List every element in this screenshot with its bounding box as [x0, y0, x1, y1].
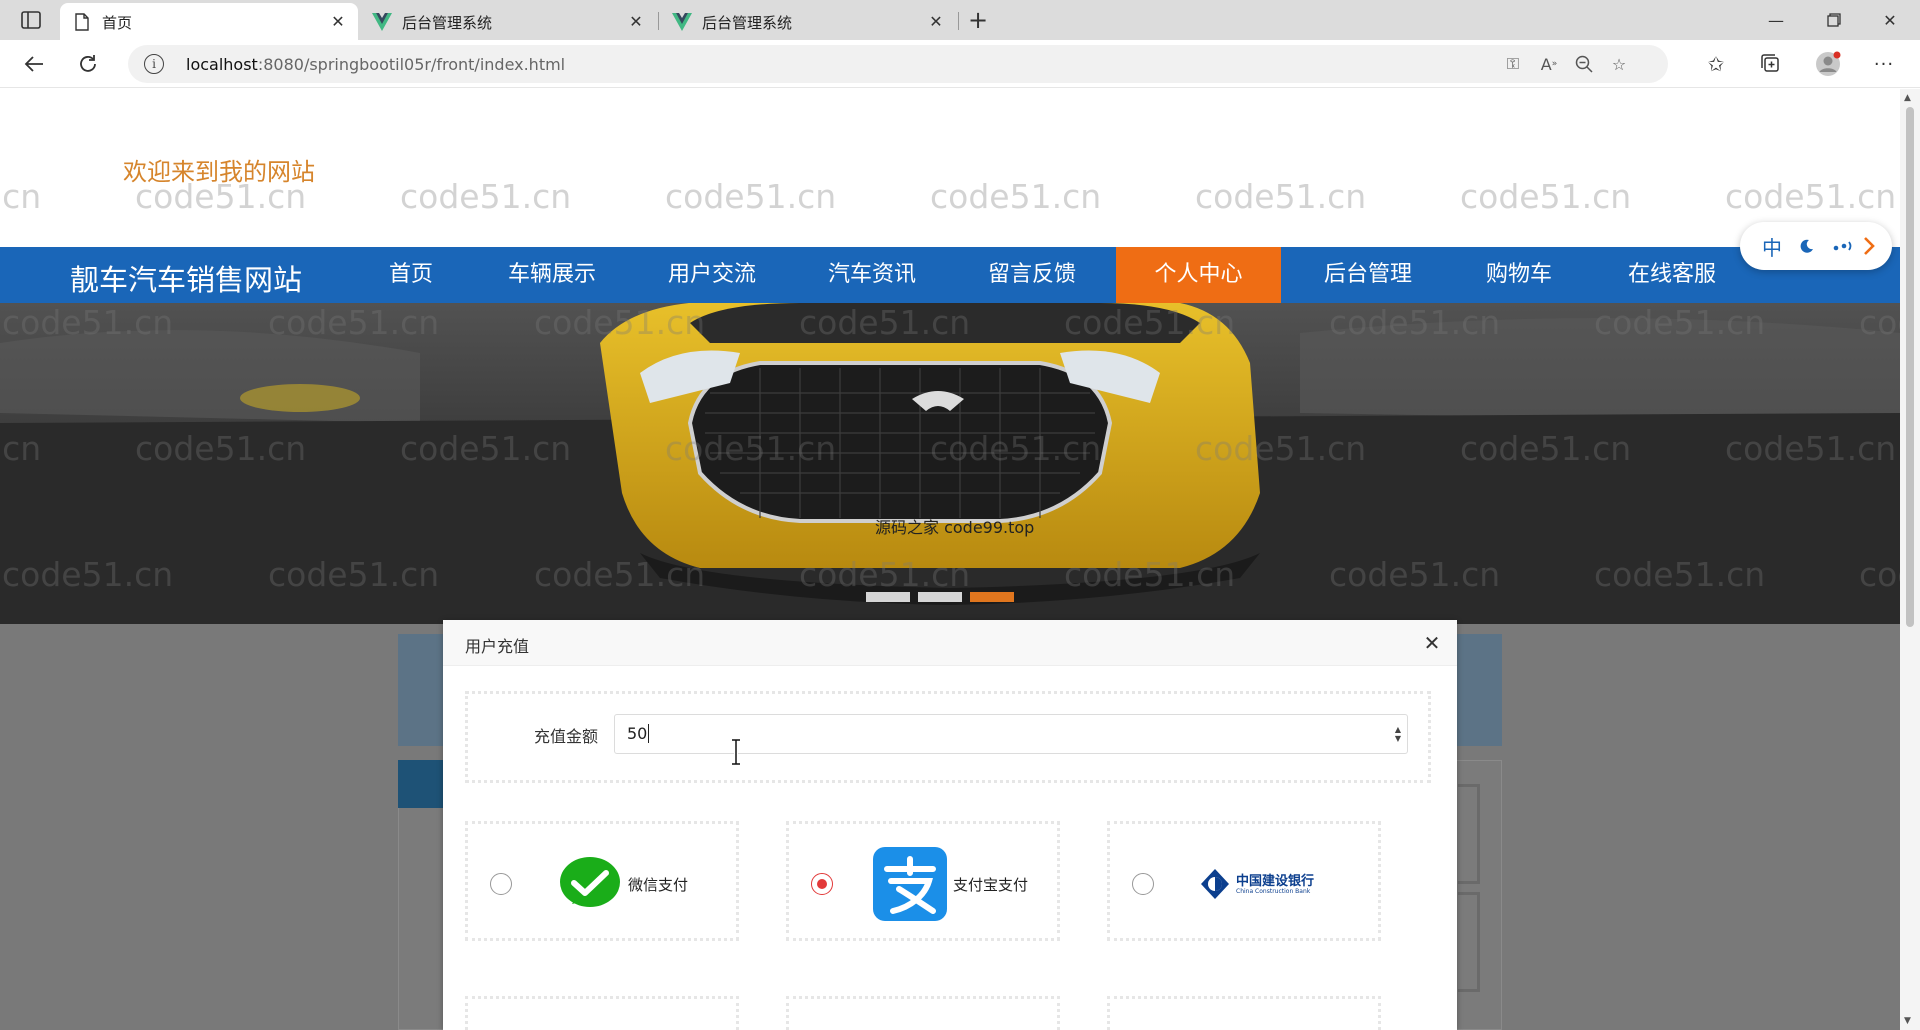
- hero-banner: 源码之家 code99.top: [0, 303, 1900, 624]
- browser-tab-strip: 首页 ✕ 后台管理系统 ✕ 后台管理系统 ✕ + — ✕: [0, 0, 1920, 40]
- banner-caption: 源码之家 code99.top: [875, 518, 1035, 537]
- payment-option-row2[interactable]: [786, 996, 1060, 1030]
- alipay-icon: [873, 847, 947, 921]
- nav-home[interactable]: 首页: [364, 247, 458, 303]
- favorite-star-icon[interactable]: ☆: [1606, 52, 1632, 76]
- backdrop-panel-header: [398, 760, 446, 808]
- carousel-dot-3[interactable]: [970, 592, 1014, 602]
- dots-icon[interactable]: [1832, 232, 1854, 260]
- favorites-icon[interactable]: ✩: [1700, 48, 1732, 80]
- backdrop-panel-item: [1458, 892, 1480, 992]
- ccb-radio[interactable]: [1132, 873, 1154, 895]
- number-stepper[interactable]: ▲ ▼: [1395, 725, 1401, 743]
- profile-avatar[interactable]: [1812, 48, 1844, 80]
- nav-car-news[interactable]: 汽车资讯: [810, 247, 934, 303]
- back-button[interactable]: [18, 48, 50, 80]
- address-bar[interactable]: i localhost:8080/springbootil05r/front/i…: [128, 45, 1668, 83]
- watermark: code51.cn: [1725, 177, 1897, 216]
- language-widget: 中: [1740, 222, 1892, 270]
- payment-label: 支付宝支付: [953, 876, 1029, 894]
- amount-value: 50: [627, 724, 648, 743]
- dialog-title: 用户充值: [465, 637, 530, 656]
- tab-admin-1[interactable]: 后台管理系统 ✕: [360, 3, 656, 40]
- payment-option-ccb[interactable]: 中国建设银行 China Construction Bank: [1107, 821, 1381, 941]
- tab-actions-icon[interactable]: [14, 6, 48, 34]
- read-aloud-icon[interactable]: A»: [1536, 52, 1562, 76]
- key-icon[interactable]: ⚿: [1500, 52, 1526, 76]
- vue-logo-icon: [672, 12, 692, 32]
- ccb-english-name: China Construction Bank: [1236, 888, 1311, 895]
- restore-button[interactable]: [1814, 6, 1854, 34]
- amount-label: 充值金额: [534, 727, 599, 746]
- payment-option-alipay[interactable]: 支付宝支付: [786, 821, 1060, 941]
- alipay-radio[interactable]: [811, 873, 833, 895]
- web-page: 欢迎来到我的网站 靓车汽车销售网站 首页 车辆展示 用户交流 汽车资讯 留言反馈…: [0, 89, 1900, 1030]
- watermark: code51.cn: [665, 177, 837, 216]
- browser-toolbar: i localhost:8080/springbootil05r/front/i…: [0, 40, 1920, 88]
- nav-feedback[interactable]: 留言反馈: [970, 247, 1094, 303]
- tab-title: 后台管理系统: [702, 14, 793, 32]
- moon-icon[interactable]: [1798, 232, 1814, 260]
- watermark: code51.cn: [0, 177, 42, 216]
- collections-icon[interactable]: [1755, 48, 1787, 80]
- close-icon[interactable]: ✕: [626, 11, 646, 31]
- ccb-name: 中国建设银行: [1236, 874, 1315, 889]
- info-icon[interactable]: i: [144, 54, 164, 74]
- text-caret: [648, 724, 650, 743]
- minimize-button[interactable]: —: [1756, 6, 1796, 34]
- nav-admin[interactable]: 后台管理: [1306, 247, 1430, 303]
- main-nav: 靓车汽车销售网站 首页 车辆展示 用户交流 汽车资讯 留言反馈 个人中心 后台管…: [0, 247, 1900, 303]
- watermark: code51.cn: [400, 177, 572, 216]
- close-icon[interactable]: ✕: [926, 11, 946, 31]
- ccb-logo-icon: [1200, 868, 1230, 900]
- nav-car-showcase[interactable]: 车辆展示: [490, 247, 614, 303]
- nav-user-forum[interactable]: 用户交流: [650, 247, 774, 303]
- close-window-button[interactable]: ✕: [1870, 6, 1910, 34]
- watermark: code51.cn: [1195, 177, 1367, 216]
- recharge-dialog: 用户充值 ✕ 充值金额 50 ▲ ▼ 微信支付 支付宝支付 中国建设银行 Chi…: [443, 620, 1457, 1030]
- welcome-text: 欢迎来到我的网站: [123, 158, 315, 186]
- scrollbar-thumb[interactable]: [1906, 107, 1914, 627]
- wechat-pay-icon: [558, 856, 622, 912]
- payment-option-wechat[interactable]: 微信支付: [465, 821, 739, 941]
- close-icon[interactable]: ✕: [1419, 630, 1445, 656]
- payment-option-row2[interactable]: [1107, 996, 1381, 1030]
- site-title: 靓车汽车销售网站: [70, 263, 303, 297]
- tab-admin-2[interactable]: 后台管理系统 ✕: [660, 3, 956, 40]
- nav-cart[interactable]: 购物车: [1466, 247, 1572, 303]
- carousel-dot-1[interactable]: [866, 592, 910, 602]
- reload-button[interactable]: [72, 48, 104, 80]
- payment-label: 微信支付: [628, 876, 689, 894]
- backdrop-panel-item: [1458, 784, 1480, 884]
- nav-online-service[interactable]: 在线客服: [1610, 247, 1734, 303]
- page-scrollbar[interactable]: ▲ ▼: [1900, 89, 1920, 1030]
- carousel-dot-2[interactable]: [918, 592, 962, 602]
- wechat-radio[interactable]: [490, 873, 512, 895]
- close-icon[interactable]: ✕: [328, 11, 348, 31]
- watermark: code51.cn: [1460, 177, 1632, 216]
- zoom-out-icon[interactable]: [1571, 52, 1597, 76]
- chevron-right-icon[interactable]: [1862, 232, 1876, 260]
- dialog-header: 用户充值 ✕: [443, 620, 1457, 666]
- watermark: code51.cn: [930, 177, 1102, 216]
- text-cursor-icon: [729, 738, 743, 766]
- amount-form-row: 充值金额 50 ▲ ▼: [465, 691, 1431, 783]
- vue-logo-icon: [372, 12, 392, 32]
- tab-title: 后台管理系统: [402, 14, 493, 32]
- nav-personal-center[interactable]: 个人中心: [1116, 247, 1281, 303]
- tab-divider: [658, 12, 659, 30]
- tab-home[interactable]: 首页 ✕: [60, 3, 358, 40]
- more-menu-icon[interactable]: ···: [1868, 48, 1900, 80]
- page-icon: [72, 12, 92, 32]
- banner-car-image: [0, 303, 1900, 624]
- scroll-up-arrow-icon[interactable]: ▲: [1904, 93, 1911, 103]
- scroll-down-arrow-icon[interactable]: ▼: [1904, 1016, 1911, 1026]
- new-tab-button[interactable]: +: [964, 6, 992, 34]
- tab-divider: [958, 12, 959, 30]
- payment-option-row2[interactable]: [465, 996, 739, 1030]
- language-toggle[interactable]: 中: [1762, 232, 1782, 260]
- tab-title: 首页: [102, 14, 133, 32]
- url-text[interactable]: localhost:8080/springbootil05r/front/ind…: [186, 55, 565, 74]
